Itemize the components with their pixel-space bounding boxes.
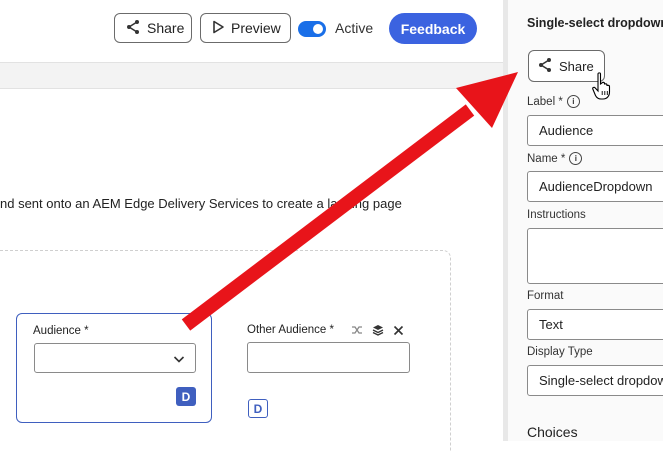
share-button-label: Share <box>147 20 185 36</box>
shuffle-icon[interactable] <box>351 323 363 341</box>
panel-share-button[interactable]: Share <box>528 50 605 82</box>
info-icon[interactable]: i <box>569 152 583 165</box>
label-field-label-text: Label * <box>527 95 563 108</box>
audience-field-card[interactable]: Audience * D <box>16 313 212 423</box>
feedback-button[interactable]: Feedback <box>389 13 477 44</box>
format-select[interactable]: Text <box>527 309 663 340</box>
preview-button[interactable]: Preview <box>200 13 291 43</box>
close-icon[interactable] <box>393 323 404 341</box>
display-type-select[interactable]: Single-select dropdown <box>527 365 663 396</box>
label-input[interactable]: Audience <box>527 115 663 146</box>
toggle-knob <box>313 24 323 34</box>
data-source-badge[interactable]: D <box>248 399 268 418</box>
share-button[interactable]: Share <box>114 13 192 43</box>
label-field-label: Label * i <box>527 95 580 108</box>
other-audience-field-label: Other Audience * <box>247 324 334 336</box>
properties-panel: Single-select dropdown Share Label * i A… <box>508 0 663 441</box>
choices-heading: Choices <box>527 424 578 440</box>
layers-icon[interactable] <box>372 323 384 341</box>
other-audience-field-actions <box>351 323 404 341</box>
audience-field-label: Audience * <box>33 325 89 337</box>
name-field-label-text: Name * <box>527 152 566 165</box>
chevron-down-icon <box>173 352 185 370</box>
share-icon <box>125 19 141 38</box>
info-icon[interactable]: i <box>566 95 580 108</box>
format-field-label: Format <box>527 290 564 302</box>
panel-share-label: Share <box>559 58 594 74</box>
other-audience-input[interactable] <box>247 342 410 373</box>
form-editor-canvas-area: Share Preview Active Feedback nd sent on… <box>0 0 503 451</box>
active-toggle[interactable] <box>298 21 326 37</box>
name-input[interactable]: AudienceDropdown <box>527 171 663 202</box>
form-description-text: nd sent onto an AEM Edge Delivery Servic… <box>0 196 402 211</box>
play-icon <box>211 20 225 37</box>
audience-dropdown[interactable] <box>34 343 196 373</box>
preview-button-label: Preview <box>231 20 281 36</box>
display-type-field-label: Display Type <box>527 346 593 358</box>
instructions-textarea[interactable] <box>527 228 663 284</box>
data-source-badge[interactable]: D <box>176 387 196 406</box>
editor-toolbar: Share Preview Active Feedback <box>0 0 503 62</box>
active-label: Active <box>335 20 374 36</box>
panel-title: Single-select dropdown <box>527 16 663 30</box>
name-field-label: Name * i <box>527 152 583 165</box>
sub-toolbar <box>0 62 503 89</box>
share-icon <box>537 57 553 76</box>
instructions-field-label: Instructions <box>527 209 586 221</box>
